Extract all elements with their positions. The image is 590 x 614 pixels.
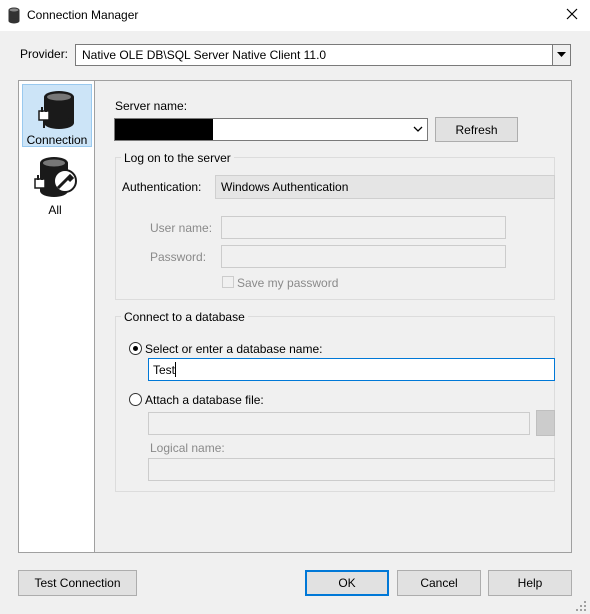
server-name-combobox[interactable] xyxy=(114,118,428,141)
password-input[interactable] xyxy=(221,245,506,268)
database-plug-icon xyxy=(38,91,74,129)
authentication-dropdown[interactable]: Windows Authentication xyxy=(215,175,555,199)
database-file-input[interactable] xyxy=(148,412,530,435)
attach-database-radio[interactable] xyxy=(129,393,142,406)
database-wrench-icon xyxy=(34,157,77,197)
resize-grip-icon[interactable] xyxy=(575,600,587,612)
authentication-label: Authentication: xyxy=(122,180,202,194)
username-label: User name: xyxy=(150,221,213,235)
provider-dropdown-button[interactable] xyxy=(552,45,570,65)
cancel-button[interactable]: Cancel xyxy=(397,570,481,596)
sidebar-item-connection[interactable]: Connection xyxy=(22,84,92,147)
database-name-input[interactable]: Test xyxy=(148,358,555,381)
provider-label: Provider: xyxy=(20,47,69,61)
test-connection-button[interactable]: Test Connection xyxy=(18,570,137,596)
select-database-label: Select or enter a database name: xyxy=(145,342,323,356)
radio-selected-dot xyxy=(133,346,138,351)
logon-group-title: Log on to the server xyxy=(121,151,234,165)
server-name-label: Server name: xyxy=(115,99,188,113)
username-input[interactable] xyxy=(221,216,506,239)
close-button[interactable] xyxy=(562,4,582,24)
save-password-label: Save my password xyxy=(237,276,339,290)
refresh-button[interactable]: Refresh xyxy=(435,117,518,142)
sidebar-item-all-label: All xyxy=(48,203,62,217)
select-database-radio[interactable] xyxy=(129,342,142,355)
logical-name-label: Logical name: xyxy=(150,441,225,455)
help-button[interactable]: Help xyxy=(488,570,572,596)
close-icon xyxy=(566,8,578,20)
sidebar-item-all[interactable]: All xyxy=(22,153,92,219)
authentication-value: Windows Authentication xyxy=(221,180,349,194)
redacted-server-name xyxy=(115,119,213,140)
sidebar-item-connection-label: Connection xyxy=(26,133,88,147)
logical-name-input[interactable] xyxy=(148,458,555,481)
ok-button[interactable]: OK xyxy=(305,570,389,596)
text-cursor xyxy=(175,362,176,377)
database-name-value: Test xyxy=(153,363,176,377)
browse-file-button[interactable] xyxy=(536,410,555,436)
attach-database-label: Attach a database file: xyxy=(145,393,264,407)
chevron-down-icon xyxy=(557,52,566,57)
save-password-checkbox[interactable] xyxy=(222,276,234,288)
database-icon xyxy=(8,7,20,24)
page-selector xyxy=(18,80,95,553)
provider-dropdown[interactable]: Native OLE DB\SQL Server Native Client 1… xyxy=(75,44,571,66)
window-title: Connection Manager xyxy=(27,8,139,22)
database-group-title: Connect to a database xyxy=(121,310,248,324)
chevron-down-icon[interactable] xyxy=(413,126,423,133)
password-label: Password: xyxy=(150,250,207,264)
provider-value: Native OLE DB\SQL Server Native Client 1… xyxy=(82,48,327,62)
